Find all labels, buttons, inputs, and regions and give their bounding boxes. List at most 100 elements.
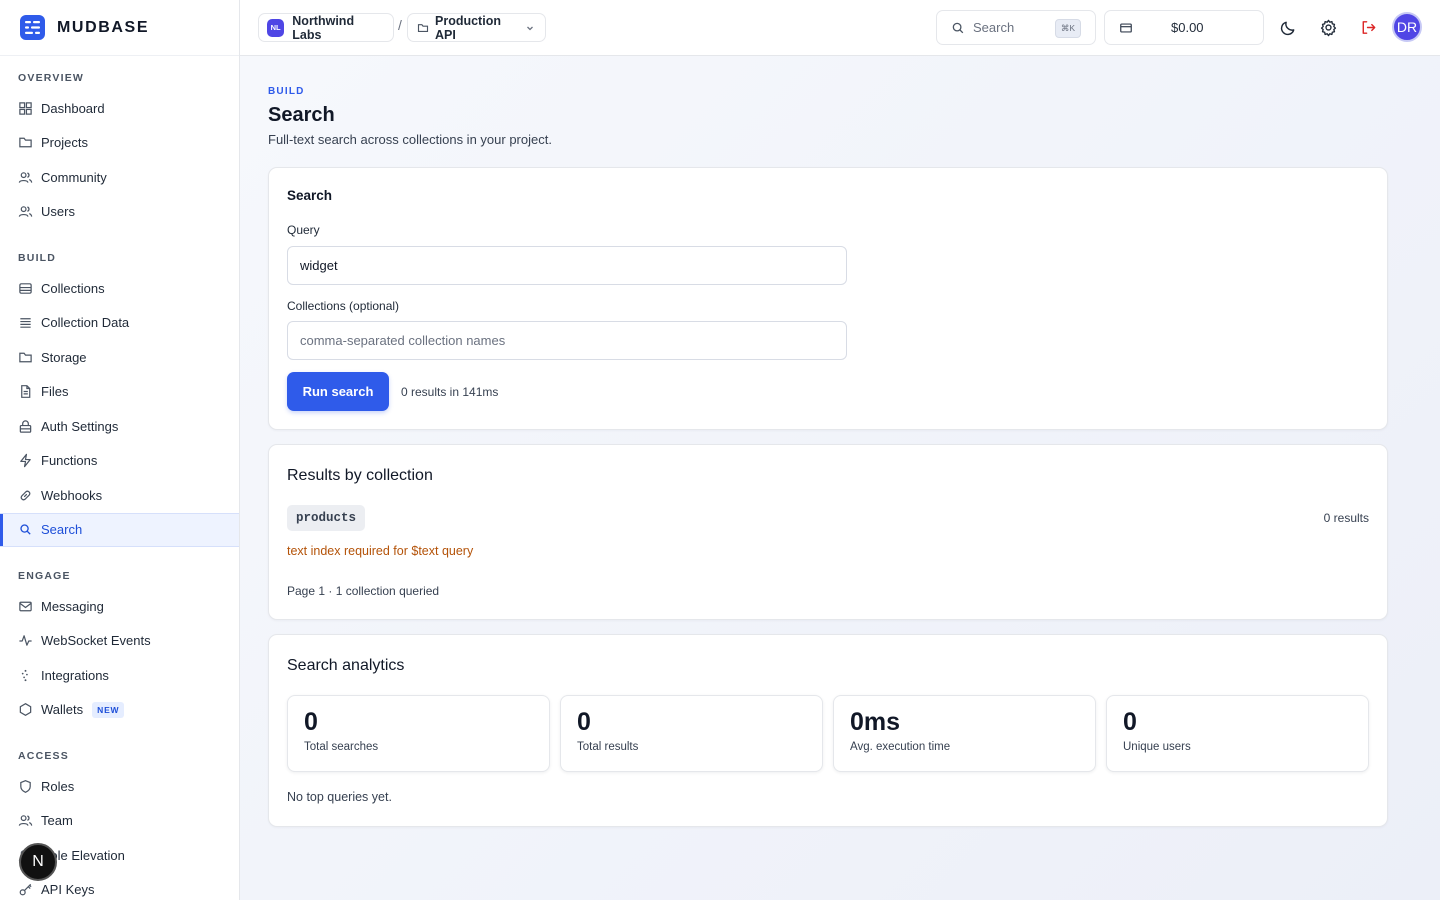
- sidebar-item-integrations[interactable]: Integrations: [0, 658, 239, 693]
- page-title: Search: [268, 104, 335, 126]
- stat-value: 0ms: [850, 708, 901, 736]
- bolt-icon: [18, 453, 33, 468]
- users-icon: [18, 170, 33, 185]
- sidebar-item-label: WebSocket Events: [41, 633, 151, 649]
- credits-amount: $0.00: [1171, 20, 1204, 35]
- sidebar-item-collections[interactable]: Collections: [0, 271, 239, 306]
- file-icon: [18, 384, 33, 399]
- search-shortcut: ⌘K: [1055, 19, 1081, 38]
- sidebar-item-label: Integrations: [41, 667, 109, 683]
- results-title: Results by collection: [287, 467, 433, 484]
- sidebar-item-storage[interactable]: Storage: [0, 340, 239, 375]
- nav-section-title: ACCESS: [18, 750, 69, 762]
- folder-icon: [18, 350, 33, 365]
- collections-input[interactable]: [287, 321, 847, 360]
- brand[interactable]: MUDBASE: [0, 0, 239, 56]
- global-search-button[interactable]: Search ⌘K: [936, 10, 1096, 45]
- key-icon: [18, 882, 33, 897]
- sidebar-item-auth-settings[interactable]: Auth Settings: [0, 409, 239, 444]
- analytics-title: Search analytics: [287, 657, 405, 674]
- sidebar-item-label: Search: [41, 522, 83, 538]
- link-icon: [18, 488, 33, 503]
- stat-label: Avg. execution time: [850, 741, 951, 753]
- logout-icon[interactable]: [1359, 18, 1378, 37]
- sidebar-item-label: API Keys: [41, 882, 95, 898]
- sidebar-item-label: Community: [41, 169, 107, 185]
- database-icon: [18, 281, 33, 296]
- nav-section-overview: OVERVIEW Dashboard Projects Community Us…: [0, 69, 239, 229]
- sidebar-item-label: Wallets: [41, 702, 84, 718]
- stat-unique-users: 0 Unique users: [1106, 695, 1369, 772]
- global-search-placeholder: Search: [973, 20, 1015, 35]
- sidebar-item-functions[interactable]: Functions: [0, 444, 239, 479]
- grid-icon: [18, 101, 33, 116]
- org-switcher[interactable]: NL Northwind Labs: [258, 13, 394, 42]
- new-badge: NEW: [92, 701, 125, 718]
- run-search-button[interactable]: Run search: [287, 372, 389, 411]
- sidebar-item-label: Webhooks: [41, 487, 103, 503]
- floating-avatar-button[interactable]: N: [19, 843, 57, 881]
- project-switcher[interactable]: Production API: [407, 13, 546, 42]
- search-icon: [18, 522, 33, 537]
- collection-result-count: 0 results: [1323, 511, 1369, 525]
- sidebar-item-team[interactable]: Team: [0, 804, 239, 839]
- sidebar-item-label: Messaging: [41, 598, 104, 614]
- breadcrumb-separator: /: [398, 17, 402, 33]
- credits-button[interactable]: $0.00: [1104, 10, 1264, 45]
- users-icon: [18, 813, 33, 828]
- moon-icon[interactable]: [1279, 18, 1298, 37]
- sidebar-item-collection-data[interactable]: Collection Data: [0, 306, 239, 341]
- sidebar-item-roles[interactable]: Roles: [0, 769, 239, 804]
- gear-icon[interactable]: [1319, 18, 1338, 37]
- analytics-card: Search analytics 0 Total searches 0 Tota…: [268, 634, 1388, 827]
- lock-icon: [18, 419, 33, 434]
- nav-section-engage: ENGAGE Messaging WebSocket Events Integr…: [0, 567, 239, 727]
- brand-logo-icon: [20, 15, 45, 40]
- folder-icon: [417, 22, 429, 34]
- nav-section-title: OVERVIEW: [18, 72, 85, 84]
- collections-label: Collections (optional): [287, 299, 400, 313]
- sidebar-item-users[interactable]: Users: [0, 195, 239, 230]
- main-content: BUILD Search Full-text search across col…: [240, 56, 1440, 900]
- topbar: NL Northwind Labs / Production API Searc…: [240, 0, 1440, 56]
- stat-total-searches: 0 Total searches: [287, 695, 550, 772]
- sidebar-item-wallets[interactable]: Wallets NEW: [0, 693, 239, 728]
- collection-warning: text index required for $text query: [287, 544, 474, 558]
- sidebar-item-websocket-events[interactable]: WebSocket Events: [0, 624, 239, 659]
- hexagon-icon: [18, 702, 33, 717]
- result-meta: 0 results in 141ms: [401, 385, 499, 399]
- stat-value: 0: [577, 708, 591, 736]
- results-card: Results by collection products 0 results…: [268, 444, 1388, 620]
- search-form-card: Search Query Collections (optional) Run …: [268, 167, 1388, 430]
- sidebar-item-webhooks[interactable]: Webhooks: [0, 478, 239, 513]
- sidebar-item-search[interactable]: Search: [0, 512, 239, 547]
- sidebar-item-label: Collections: [41, 280, 105, 296]
- stat-avg-execution-time: 0ms Avg. execution time: [833, 695, 1096, 772]
- sidebar-item-messaging[interactable]: Messaging: [0, 589, 239, 624]
- sidebar: MUDBASE OVERVIEW Dashboard Projects Comm…: [0, 0, 240, 900]
- sidebar-item-files[interactable]: Files: [0, 375, 239, 410]
- users-icon: [18, 204, 33, 219]
- sidebar-item-community[interactable]: Community: [0, 160, 239, 195]
- mail-icon: [18, 599, 33, 614]
- nav-section-title: BUILD: [18, 252, 57, 264]
- folder-icon: [18, 135, 33, 150]
- user-avatar[interactable]: DR: [1392, 12, 1422, 42]
- stat-label: Total searches: [304, 741, 379, 753]
- stat-value: 0: [1123, 708, 1137, 736]
- sidebar-item-label: Storage: [41, 349, 87, 365]
- sidebar-item-label: Projects: [41, 135, 88, 151]
- sidebar-item-label: Collection Data: [41, 315, 130, 331]
- project-name: Production API: [435, 13, 501, 42]
- sidebar-item-projects[interactable]: Projects: [0, 126, 239, 161]
- stat-total-results: 0 Total results: [560, 695, 823, 772]
- sidebar-item-label: Users: [41, 204, 75, 220]
- sidebar-item-dashboard[interactable]: Dashboard: [0, 91, 239, 126]
- brand-name: MUDBASE: [57, 18, 150, 36]
- collection-name-chip: products: [287, 505, 366, 531]
- stat-label: Total results: [577, 741, 639, 753]
- stat-label: Unique users: [1123, 741, 1191, 753]
- results-pager: Page 1 · 1 collection queried: [287, 584, 440, 598]
- query-input[interactable]: [287, 246, 847, 285]
- nav-section-title: ENGAGE: [18, 570, 71, 582]
